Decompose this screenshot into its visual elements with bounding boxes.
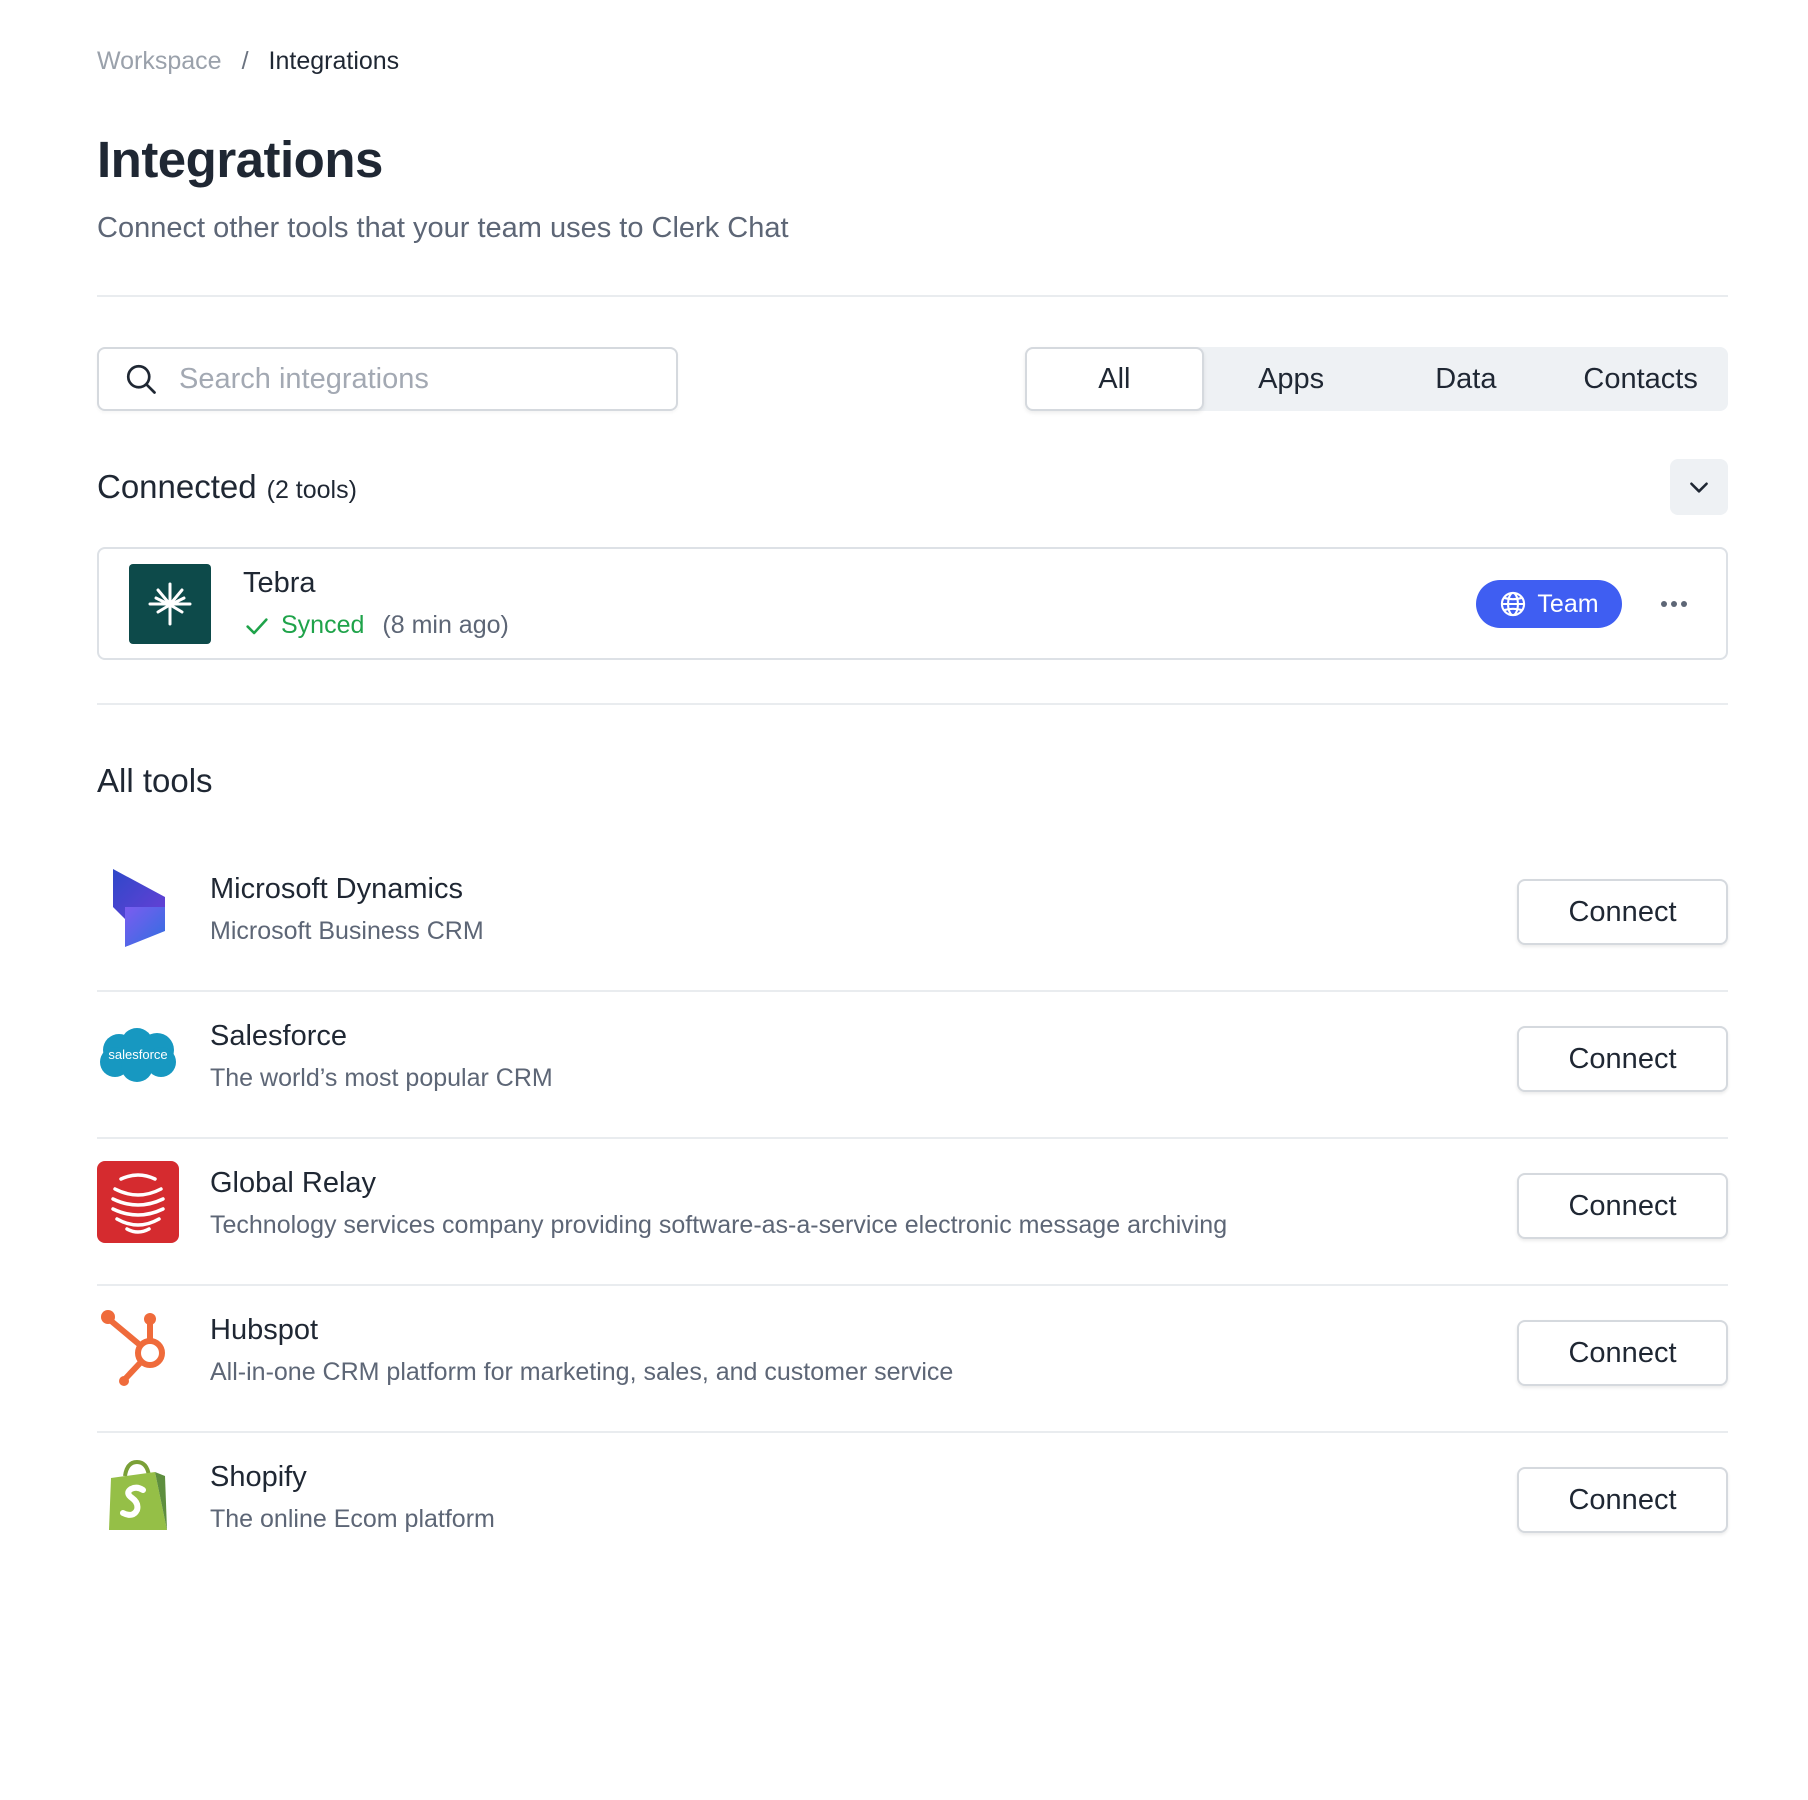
all-tools-title: All tools <box>97 762 213 799</box>
tool-row-microsoft-dynamics: Microsoft Dynamics Microsoft Business CR… <box>97 845 1728 992</box>
salesforce-logo-text: salesforce <box>108 1047 167 1062</box>
team-badge-label: Team <box>1537 589 1599 618</box>
globe-icon <box>1501 591 1526 617</box>
tool-name: Hubspot <box>210 1314 319 1346</box>
tool-name: Global Relay <box>210 1167 377 1199</box>
tool-description: All-in-one CRM platform for marketing, s… <box>210 1358 954 1386</box>
tebra-logo <box>129 564 211 644</box>
connected-tool-name: Tebra <box>243 567 316 599</box>
tool-description: Microsoft Business CRM <box>210 917 484 945</box>
more-horizontal-icon <box>1661 601 1687 607</box>
tool-name: Shopify <box>210 1461 307 1493</box>
connect-global-relay-button[interactable]: Connect <box>1517 1173 1728 1239</box>
tool-row-hubspot: Hubspot All-in-one CRM platform for mark… <box>97 1286 1728 1433</box>
tool-description: The world’s most popular CRM <box>210 1064 553 1092</box>
global-relay-logo <box>97 1161 179 1243</box>
sync-time: (8 min ago) <box>382 611 509 639</box>
filter-tabs: All Apps Data Contacts <box>1025 347 1728 411</box>
tool-row-shopify: Shopify The online Ecom platform Connect <box>97 1433 1728 1578</box>
more-options-button[interactable] <box>1654 584 1694 624</box>
tab-contacts[interactable]: Contacts <box>1553 347 1728 411</box>
section-divider <box>97 703 1728 705</box>
connected-count: (2 tools) <box>266 476 357 504</box>
tool-name: Microsoft Dynamics <box>210 873 463 905</box>
microsoft-dynamics-logo <box>97 867 179 949</box>
breadcrumb-current: Integrations <box>268 47 400 75</box>
breadcrumb: Workspace / Integrations <box>97 47 399 76</box>
global-relay-icon <box>97 1161 179 1243</box>
connected-section-header: Connected (2 tools) <box>97 468 357 506</box>
tool-row-global-relay: Global Relay Technology services company… <box>97 1139 1728 1286</box>
tab-data[interactable]: Data <box>1379 347 1554 411</box>
connect-shopify-button[interactable]: Connect <box>1517 1467 1728 1533</box>
hubspot-logo <box>97 1308 179 1390</box>
salesforce-logo: salesforce <box>97 1014 179 1096</box>
connect-microsoft-dynamics-button[interactable]: Connect <box>1517 879 1728 945</box>
shopify-logo <box>97 1455 179 1537</box>
collapse-connected-button[interactable] <box>1670 459 1728 515</box>
breadcrumb-separator: / <box>241 47 249 75</box>
search-icon <box>126 364 156 394</box>
connect-hubspot-button[interactable]: Connect <box>1517 1320 1728 1386</box>
search-box[interactable] <box>97 347 678 411</box>
tool-description: Technology services company providing so… <box>210 1211 1228 1239</box>
connected-title: Connected <box>97 468 257 505</box>
tool-list: Microsoft Dynamics Microsoft Business CR… <box>97 845 1728 1578</box>
connect-salesforce-button[interactable]: Connect <box>1517 1026 1728 1092</box>
sync-status-row: Synced (8 min ago) <box>243 611 509 640</box>
team-badge[interactable]: Team <box>1476 580 1622 628</box>
breadcrumb-workspace-link[interactable]: Workspace <box>97 47 222 76</box>
microsoft-dynamics-icon <box>113 869 165 947</box>
tool-name: Salesforce <box>210 1020 348 1052</box>
integrations-page: Workspace / Integrations Integrations Co… <box>0 0 1808 1800</box>
tebra-icon <box>148 582 192 626</box>
page-subtitle: Connect other tools that your team uses … <box>97 212 789 244</box>
check-icon <box>246 617 268 634</box>
hubspot-sprocket-icon <box>101 1310 165 1386</box>
tool-row-salesforce: salesforce Salesforce The world’s most p… <box>97 992 1728 1139</box>
search-input[interactable] <box>177 361 641 397</box>
header-divider <box>97 295 1728 297</box>
tab-apps[interactable]: Apps <box>1204 347 1379 411</box>
salesforce-cloud-icon: salesforce <box>100 1028 176 1082</box>
chevron-down-icon <box>1690 482 1708 493</box>
connected-item-tebra[interactable]: Tebra Synced (8 min ago) Team <box>97 547 1728 660</box>
tab-all[interactable]: All <box>1025 347 1204 411</box>
sync-status: Synced <box>281 611 365 639</box>
page-title: Integrations <box>97 131 383 188</box>
tool-description: The online Ecom platform <box>210 1505 495 1533</box>
shopify-bag-icon <box>109 1459 167 1530</box>
